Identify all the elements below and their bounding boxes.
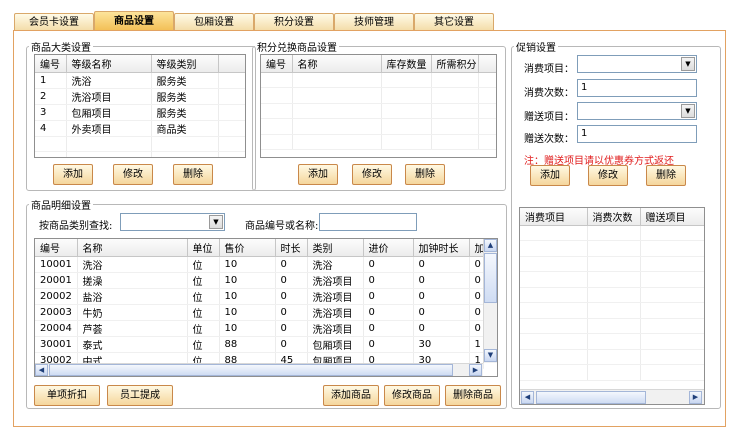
scroll-left-icon[interactable]: ◀ [35, 364, 48, 376]
category-delete-button[interactable]: 删除 [173, 164, 213, 185]
table-row[interactable]: 1 洗浴 服务类 [35, 72, 245, 89]
product-col-duration[interactable]: 时长 [275, 239, 308, 257]
gift-item-select[interactable]: ▼ [577, 102, 697, 120]
single-discount-button[interactable]: 单项折扣 [34, 385, 100, 406]
product-col-id[interactable]: 编号 [35, 239, 78, 257]
product-col-name[interactable]: 名称 [77, 239, 188, 257]
table-row[interactable]: 20002 盐浴位 10 0 洗浴项目 0 0 0 [35, 288, 484, 305]
consume-count-input[interactable]: 1 [577, 79, 697, 97]
consume-count-label: 消费次数： [524, 88, 574, 99]
product-col-price[interactable]: 售价 [219, 239, 276, 257]
promo-horizontal-scrollbar[interactable]: ◀ ▶ [520, 389, 704, 404]
detail-section-title: 商品明细设置 [31, 201, 91, 212]
chevron-down-icon[interactable]: ▼ [681, 57, 695, 71]
consume-item-select[interactable]: ▼ [577, 55, 697, 73]
promo-col-consume-count[interactable]: 消费次数 [587, 208, 641, 226]
category-col-id[interactable]: 编号 [35, 55, 67, 73]
gift-count-input[interactable]: 1 [577, 125, 697, 143]
points-col-stock[interactable]: 库存数量 [381, 55, 432, 73]
promo-delete-button[interactable]: 删除 [646, 165, 686, 186]
promo-edit-button[interactable]: 修改 [588, 165, 628, 186]
edit-product-button[interactable]: 修改商品 [384, 385, 440, 406]
points-col-id[interactable]: 编号 [261, 55, 293, 73]
scroll-down-icon[interactable]: ▼ [484, 349, 497, 362]
product-settings-panel: 商品大类设置 编号 等级名称 等级类别 1 洗浴 服务类 2 洗浴项目 服务类 3 包厢项… [13, 30, 726, 427]
category-filter-select[interactable]: ▼ [120, 213, 225, 231]
scroll-right-icon[interactable]: ▶ [469, 364, 482, 376]
product-col-extra[interactable]: 加 [469, 239, 484, 257]
add-product-button[interactable]: 添加商品 [323, 385, 379, 406]
promo-col-consume-item[interactable]: 消费项目 [520, 208, 588, 226]
scroll-right-icon[interactable]: ▶ [689, 391, 702, 404]
tab-technician[interactable]: 技师管理 [334, 13, 414, 31]
chevron-down-icon[interactable]: ▼ [681, 104, 695, 118]
product-horizontal-scrollbar[interactable]: ◀ ▶ [35, 363, 483, 376]
scroll-thumb[interactable] [49, 364, 453, 376]
promo-grid[interactable]: 消费项目 消费次数 赠送项目 ◀ ▶ [519, 207, 705, 405]
category-grid[interactable]: 编号 等级名称 等级类别 1 洗浴 服务类 2 洗浴项目 服务类 3 包厢项目 服务类 4外… [34, 54, 246, 158]
table-row[interactable]: 10001 洗浴位 10 0 洗浴 0 0 0 [35, 256, 484, 273]
category-section-title: 商品大类设置 [31, 43, 91, 54]
category-add-button[interactable]: 添加 [53, 164, 93, 185]
gift-item-label: 赠送项目： [524, 112, 574, 123]
table-row[interactable]: 20003 牛奶位 10 0 洗浴项目 0 0 0 [35, 304, 484, 321]
category-edit-button[interactable]: 修改 [113, 164, 153, 185]
product-grid[interactable]: 编号 名称 单位 售价 时长 类别 进价 加钟时长 加 10001洗浴位100洗… [34, 238, 498, 377]
tab-other-settings[interactable]: 其它设置 [414, 13, 494, 31]
category-col-name[interactable]: 等级名称 [66, 55, 152, 73]
table-row[interactable]: 20001 搓澡位 10 0 洗浴项目 0 0 0 [35, 272, 484, 289]
points-grid[interactable]: 编号 名称 库存数量 所需积分 [260, 54, 497, 158]
points-add-button[interactable]: 添加 [298, 164, 338, 185]
gift-count-label: 赠送次数： [524, 134, 574, 145]
tab-product-settings[interactable]: 商品设置 [94, 11, 174, 31]
consume-item-label: 消费项目： [524, 64, 574, 75]
staff-commission-button[interactable]: 员工提成 [107, 385, 173, 406]
table-row[interactable]: 4 外卖项目 商品类 [35, 120, 245, 137]
tab-member-card[interactable]: 会员卡设置 [14, 13, 94, 31]
scroll-thumb[interactable] [536, 391, 646, 404]
points-section-title: 积分兑换商品设置 [257, 43, 337, 54]
delete-product-button[interactable]: 删除商品 [445, 385, 501, 406]
promo-add-button[interactable]: 添加 [530, 165, 570, 186]
scroll-up-icon[interactable]: ▲ [484, 239, 497, 252]
points-col-required[interactable]: 所需积分 [431, 55, 479, 73]
product-col-extend[interactable]: 加钟时长 [413, 239, 470, 257]
points-delete-button[interactable]: 删除 [405, 164, 445, 185]
product-search-input[interactable] [319, 213, 417, 231]
tab-room-settings[interactable]: 包厢设置 [174, 13, 254, 31]
table-row[interactable]: 30001 泰式位 88 0 包厢项目 0 30 1 [35, 336, 484, 353]
points-col-name[interactable]: 名称 [292, 55, 382, 73]
promo-section-title: 促销设置 [516, 43, 556, 54]
scroll-thumb[interactable] [484, 253, 497, 303]
category-col-type[interactable]: 等级类别 [151, 55, 219, 73]
points-edit-button[interactable]: 修改 [352, 164, 392, 185]
table-row[interactable]: 3 包厢项目 服务类 [35, 104, 245, 121]
product-col-category[interactable]: 类别 [307, 239, 364, 257]
scroll-left-icon[interactable]: ◀ [521, 391, 534, 404]
tab-points-settings[interactable]: 积分设置 [254, 13, 334, 31]
product-col-cost[interactable]: 进价 [363, 239, 414, 257]
promo-col-gift-item[interactable]: 赠送项目 [640, 208, 704, 226]
product-vertical-scrollbar[interactable]: ▲ ▼ [483, 239, 497, 363]
chevron-down-icon[interactable]: ▼ [209, 215, 223, 229]
table-row[interactable]: 20004 芦荟位 10 0 洗浴项目 0 0 0 [35, 320, 484, 337]
category-filter-label: 按商品类别查找: [39, 221, 113, 232]
product-search-label: 商品编号或名称: [245, 221, 319, 232]
tab-bar: 会员卡设置 商品设置 包厢设置 积分设置 技师管理 其它设置 [14, 11, 494, 31]
product-col-unit[interactable]: 单位 [187, 239, 220, 257]
table-row[interactable]: 2 洗浴项目 服务类 [35, 88, 245, 105]
